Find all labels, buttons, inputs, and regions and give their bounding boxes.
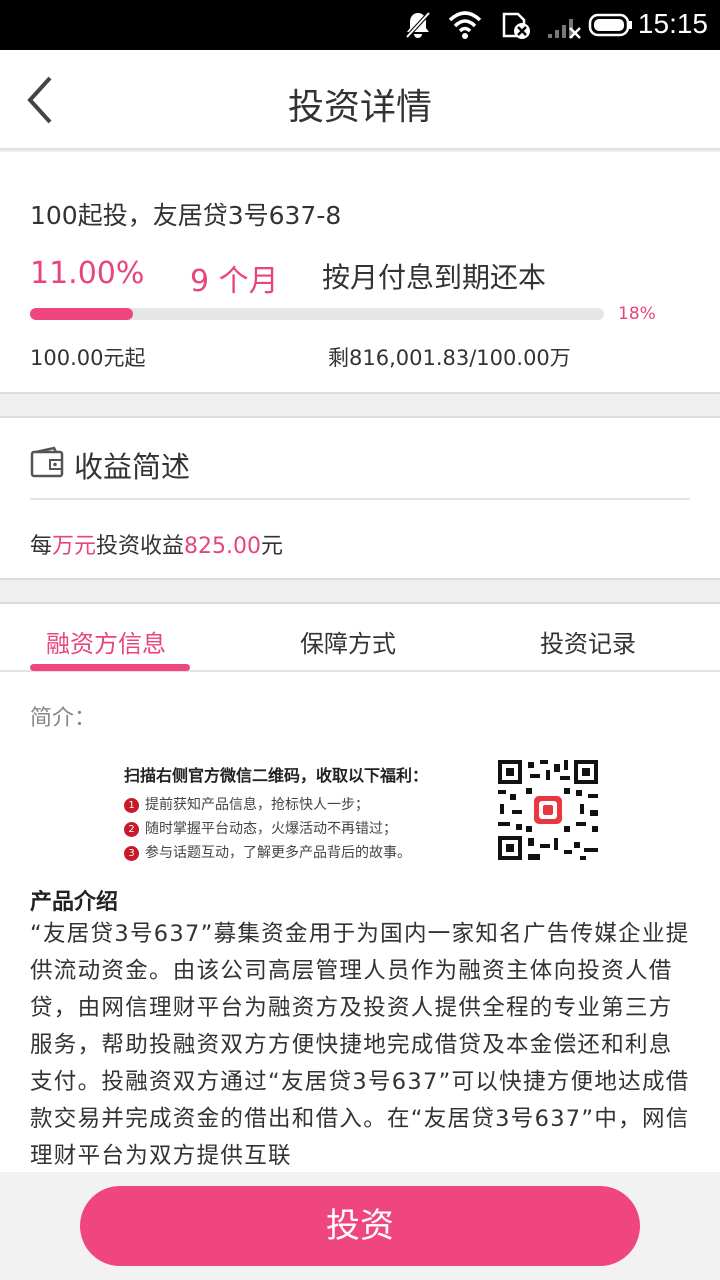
earnings-description: 每万元投资收益825.00元 — [30, 528, 283, 560]
earnings-prefix: 每 — [30, 534, 53, 559]
tab-bar: 融资方信息 保障方式 投资记录 — [0, 604, 720, 672]
earnings-middle: 投资收益 — [96, 534, 185, 559]
promo-heading: 扫描右侧官方微信二维码，收取以下福利： — [124, 766, 429, 785]
divider — [30, 498, 690, 500]
tab-financier-info[interactable]: 融资方信息 — [46, 624, 166, 659]
product-name: 100起投，友居贷3号637-8 — [30, 201, 342, 230]
product-summary: 100起投，友居贷3号637-8 11.00% 9 个月 按月付息到期还本 18… — [0, 152, 720, 394]
intro-label: 简介： — [30, 706, 97, 731]
active-tab-indicator — [30, 664, 190, 671]
product-intro-title: 产品介绍 — [30, 890, 119, 915]
earnings-amount: 825.00 — [184, 534, 262, 559]
bottom-action-bar: 投资 — [0, 1172, 720, 1280]
loan-term: 9 个月 — [190, 264, 279, 299]
product-intro-body: “友居贷3号637”募集资金用于为国内一家知名广告传媒企业提供流动资金。由该公司… — [30, 921, 690, 1169]
detail-section: 融资方信息 保障方式 投资记录 简介： 扫描右侧官方微信二维码，收取以下福利： … — [0, 602, 720, 1172]
tab-guarantee[interactable]: 保障方式 — [300, 624, 396, 659]
wifi-icon — [448, 11, 482, 39]
battery-icon — [588, 13, 632, 37]
notifications-muted-icon — [405, 11, 431, 39]
earnings-unit: 万元 — [52, 534, 97, 559]
promo-item: 2 随时掌握平台动态，火爆活动不再错过； — [124, 818, 397, 838]
nav-bar: 投资详情 — [0, 50, 720, 150]
qr-code-icon — [496, 758, 600, 862]
tab-investment-records[interactable]: 投资记录 — [540, 624, 636, 659]
promo-item: 3 参与话题互动，了解更多产品背后的故事。 — [124, 842, 411, 862]
annual-rate: 11.00% — [30, 256, 145, 291]
promo-item: 1 提前获知产品信息，抢标快人一步； — [124, 794, 369, 814]
status-bar: 15:15 — [0, 0, 720, 50]
minimum-investment: 100.00元起 — [30, 346, 146, 370]
repayment-method: 按月付息到期还本 — [322, 261, 547, 294]
wechat-promo-banner: 扫描右侧官方微信二维码，收取以下福利： 1 提前获知产品信息，抢标快人一步； 2随… — [116, 754, 606, 864]
funding-progress-bar — [30, 308, 604, 320]
invest-button[interactable]: 投资 — [80, 1186, 640, 1266]
progress-percent: 18% — [618, 304, 656, 324]
remaining-amount: 剩816,001.83/100.00万 — [328, 346, 571, 370]
page-title: 投资详情 — [287, 87, 432, 128]
earnings-suffix: 元 — [261, 534, 284, 559]
sim-disabled-icon — [502, 12, 530, 39]
earnings-heading: 收益简述 — [74, 450, 191, 484]
earnings-section: 收益简述 每万元投资收益825.00元 — [0, 416, 720, 580]
status-time: 15:15 — [637, 8, 708, 39]
signal-icon — [548, 19, 581, 39]
funding-progress-fill — [30, 308, 134, 320]
wallet-icon — [30, 446, 64, 478]
